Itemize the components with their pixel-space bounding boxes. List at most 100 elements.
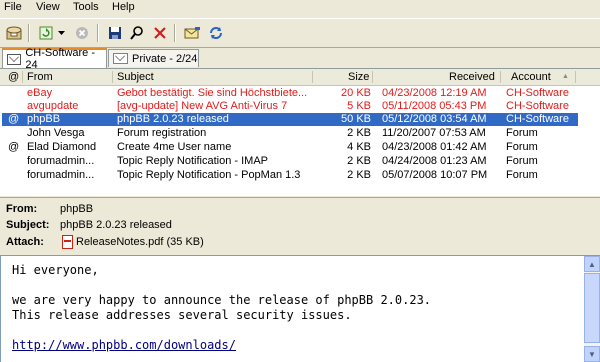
message-row[interactable]: John Vesga Forum registration 2 KB 11/20… [0, 127, 600, 140]
body-line: Hi everyone, [12, 263, 99, 277]
attachment-link[interactable]: ReleaseNotes.pdf (35 KB) [76, 236, 204, 248]
menu-view[interactable]: View [36, 1, 60, 13]
toolbar-separator [97, 24, 99, 42]
toolbar-separator [28, 24, 30, 42]
message-received: 04/23/2008 01:42 AM [382, 141, 487, 153]
message-size: 2 KB [347, 127, 371, 139]
scroll-up-icon[interactable]: ▲ [584, 256, 600, 272]
message-from: John Vesga [27, 127, 85, 139]
column-divider[interactable] [575, 71, 576, 83]
column-attach[interactable]: @ [8, 71, 19, 83]
message-account: Forum [506, 155, 538, 167]
message-row-selected[interactable]: @ phpBB phpBB 2.0.23 released 50 KB 05/1… [2, 113, 578, 126]
message-account: CH-Software [506, 100, 569, 112]
scroll-down-icon[interactable]: ▼ [584, 346, 600, 362]
subject-label: Subject: [6, 219, 50, 231]
body-line: This release addresses several security … [12, 308, 352, 322]
message-account: CH-Software [506, 87, 569, 99]
envelope-icon [7, 53, 22, 65]
sync-icon[interactable] [206, 23, 226, 43]
message-row[interactable]: avgupdate [avg-update] New AVG Anti-Viru… [0, 100, 600, 113]
sort-arrow-icon: ▲ [562, 73, 569, 80]
column-subject[interactable]: Subject [117, 71, 154, 83]
mailbox-icon[interactable] [4, 23, 24, 43]
column-divider[interactable] [112, 71, 113, 83]
stop-icon[interactable] [72, 23, 92, 43]
message-size: 5 KB [347, 100, 371, 112]
account-tabs: CH-Software - 24 Private - 2/24 [0, 47, 600, 71]
message-subject: Create 4me User name [117, 141, 232, 153]
message-from: Elad Diamond [27, 141, 97, 153]
save-icon[interactable] [105, 23, 125, 43]
message-size: 2 KB [347, 169, 371, 181]
message-received: 11/20/2007 07:53 AM [382, 127, 486, 139]
attachment-icon: @ [8, 141, 20, 153]
message-from: avgupdate [27, 100, 79, 112]
body-link-wrap: http://www.phpbb.com/downloads/ [12, 338, 236, 353]
message-row[interactable]: forumadmin... Topic Reply Notification -… [0, 155, 600, 168]
message-account: CH-Software [506, 113, 569, 125]
message-subject: Gebot bestätigt. Sie sind Höchstbiete... [117, 87, 308, 99]
message-from: phpBB [27, 113, 61, 125]
tab-private[interactable]: Private - 2/24 [108, 49, 199, 67]
message-subject: Topic Reply Notification - IMAP [117, 155, 268, 167]
from-value: phpBB [60, 203, 94, 215]
column-account[interactable]: Account [511, 71, 551, 83]
message-account: Forum [506, 141, 538, 153]
subject-value: phpBB 2.0.23 released [60, 219, 172, 231]
message-row[interactable]: eBay Gebot bestätigt. Sie sind Höchstbie… [0, 87, 600, 100]
column-from[interactable]: From [27, 71, 53, 83]
message-list: @ From Subject Size Received Account ▲ e… [0, 68, 600, 196]
message-received: 04/24/2008 01:23 AM [382, 155, 487, 167]
message-account: Forum [506, 127, 538, 139]
attach-label: Attach: [6, 236, 44, 248]
message-row[interactable]: @ Elad Diamond Create 4me User name 4 KB… [0, 141, 600, 154]
column-divider[interactable] [22, 71, 23, 83]
message-size: 2 KB [347, 155, 371, 167]
message-body[interactable]: Hi everyone, we are very happy to announ… [0, 255, 584, 362]
search-icon[interactable] [127, 23, 147, 43]
message-received: 05/12/2008 03:54 AM [382, 113, 487, 125]
menu-help[interactable]: Help [112, 1, 135, 13]
from-label: From: [6, 203, 38, 215]
menu-tools[interactable]: Tools [73, 1, 99, 13]
message-row[interactable]: forumadmin... Topic Reply Notification -… [0, 169, 600, 182]
toolbar-separator [174, 24, 176, 42]
toolbar [0, 18, 600, 48]
message-subject: phpBB 2.0.23 released [117, 113, 229, 125]
menu-file[interactable]: File [4, 1, 22, 13]
message-from: forumadmin... [27, 169, 95, 181]
attachment-icon: @ [8, 113, 20, 125]
scroll-thumb[interactable] [584, 273, 600, 343]
message-from: eBay [27, 87, 53, 99]
message-received: 05/11/2008 05:43 PM [382, 100, 487, 112]
tab-label: Private - 2/24 [132, 52, 198, 65]
pdf-icon [62, 235, 73, 249]
message-received: 05/07/2008 10:07 PM [382, 169, 488, 181]
message-subject: Forum registration [117, 127, 207, 139]
message-subject: Topic Reply Notification - PopMan 1.3 [117, 169, 301, 181]
body-line: we are very happy to announce the releas… [12, 293, 432, 307]
message-from: forumadmin... [27, 155, 95, 167]
delete-icon[interactable] [150, 23, 170, 43]
dropdown-arrow-icon[interactable] [56, 23, 66, 43]
menu-bar: File View Tools Help [0, 0, 600, 17]
column-divider[interactable] [372, 71, 373, 83]
tab-ch-software[interactable]: CH-Software - 24 [2, 47, 107, 71]
message-account: Forum [506, 169, 538, 181]
message-header: From: phpBB Subject: phpBB 2.0.23 releas… [0, 197, 600, 254]
refresh-icon[interactable] [36, 23, 56, 43]
column-header: @ From Subject Size Received Account ▲ [0, 69, 600, 86]
download-link[interactable]: http://www.phpbb.com/downloads/ [12, 338, 236, 352]
column-size[interactable]: Size [348, 71, 369, 83]
message-size: 20 KB [341, 87, 371, 99]
message-size: 50 KB [341, 113, 371, 125]
column-divider[interactable] [312, 71, 313, 83]
column-received[interactable]: Received [449, 71, 495, 83]
message-received: 04/23/2008 12:19 AM [382, 87, 487, 99]
compose-icon[interactable] [182, 23, 202, 43]
envelope-icon [113, 53, 128, 64]
body-scrollbar[interactable]: ▲ ▼ [584, 255, 600, 362]
message-subject: [avg-update] New AVG Anti-Virus 7 [117, 100, 288, 112]
column-divider[interactable] [500, 71, 501, 83]
